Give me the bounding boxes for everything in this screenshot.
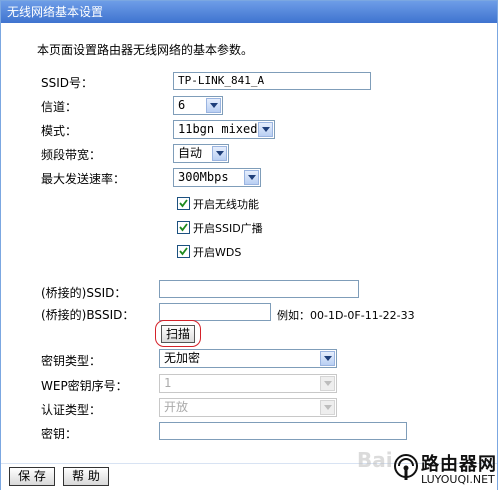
mode-select[interactable]: 11bgn mixed — [173, 120, 275, 139]
bandwidth-value: 自动 — [178, 146, 203, 160]
key-label: 密钥： — [41, 427, 78, 441]
checkbox-checked-icon[interactable] — [177, 197, 190, 210]
auth-type-select[interactable]: 开放 — [159, 398, 337, 417]
bridge-bssid-label: (桥接的)BSSID： — [41, 308, 135, 322]
baidu-watermark: Bai — [357, 448, 393, 472]
channel-select[interactable]: 6 — [173, 96, 223, 115]
site-url: LUYOUQI.NET — [421, 473, 495, 486]
enable-wds-checkbox[interactable]: 开启WDS — [177, 244, 241, 260]
mode-label: 模式： — [41, 124, 78, 138]
chevron-down-icon — [212, 146, 227, 161]
key-type-value: 无加密 — [164, 351, 201, 365]
help-button[interactable]: 帮 助 — [63, 467, 109, 486]
wep-index-select[interactable]: 1 — [159, 374, 337, 393]
chevron-down-icon — [320, 400, 335, 415]
chevron-down-icon — [244, 170, 259, 185]
enable-wireless-label: 开启无线功能 — [193, 198, 259, 211]
checkbox-checked-icon[interactable] — [177, 245, 190, 258]
channel-label: 信道： — [41, 100, 78, 114]
ssid-input[interactable]: TP-LINK_841_A — [173, 72, 371, 90]
window-title: 无线网络基本设置 — [1, 1, 497, 23]
router-logo-icon — [394, 454, 418, 480]
bridge-bssid-input[interactable] — [159, 303, 271, 321]
bridge-ssid-input[interactable] — [159, 280, 359, 298]
key-type-label: 密钥类型： — [41, 354, 102, 368]
wep-index-value: 1 — [164, 376, 172, 390]
site-watermark: 路由器网 LUYOUQI.NET — [393, 450, 497, 490]
save-button[interactable]: 保 存 — [9, 467, 55, 486]
chevron-down-icon — [206, 98, 221, 113]
key-input[interactable] — [159, 422, 407, 440]
ssid-label: SSID号： — [41, 76, 94, 90]
enable-wireless-checkbox[interactable]: 开启无线功能 — [177, 196, 259, 212]
enable-ssid-broadcast-label: 开启SSID广播 — [193, 222, 263, 235]
channel-value: 6 — [178, 98, 186, 112]
key-type-select[interactable]: 无加密 — [159, 349, 337, 368]
wep-index-label: WEP密钥序号： — [41, 379, 128, 393]
enable-wds-label: 开启WDS — [193, 246, 242, 259]
auth-type-value: 开放 — [164, 400, 189, 414]
enable-ssid-broadcast-checkbox[interactable]: 开启SSID广播 — [177, 220, 263, 236]
bandwidth-label: 频段带宽： — [41, 148, 102, 162]
chevron-down-icon — [320, 376, 335, 391]
max-rate-value: 300Mbps — [178, 170, 229, 184]
max-rate-select[interactable]: 300Mbps — [173, 168, 261, 187]
auth-type-label: 认证类型： — [41, 403, 102, 417]
max-rate-label: 最大发送速率： — [41, 172, 126, 186]
chevron-down-icon — [320, 351, 335, 366]
page-description: 本页面设置路由器无线网络的基本参数。 — [37, 43, 254, 57]
bandwidth-select[interactable]: 自动 — [173, 144, 229, 163]
bridge-ssid-label: (桥接的)SSID： — [41, 286, 127, 300]
mode-value: 11bgn mixed — [178, 122, 258, 136]
chevron-down-icon — [258, 122, 273, 137]
bssid-example-hint: 例如：00-1D-0F-11-22-33 — [277, 309, 415, 322]
scan-button[interactable]: 扫描 — [161, 325, 195, 343]
checkbox-checked-icon[interactable] — [177, 221, 190, 234]
settings-panel: 无线网络基本设置 本页面设置路由器无线网络的基本参数。 SSID号： TP-LI… — [0, 0, 498, 490]
